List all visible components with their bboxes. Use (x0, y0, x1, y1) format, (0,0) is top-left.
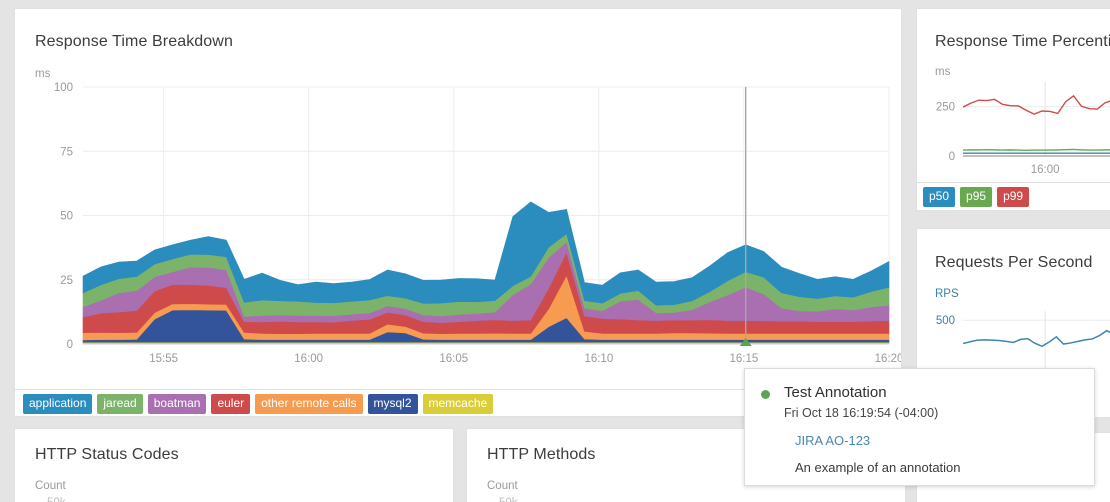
annotation-timestamp: Fri Oct 18 16:19:54 (-04:00) (784, 406, 939, 420)
panel-title-response-time-percentile: Response Time Percentile (935, 33, 1110, 50)
y-tick-50: 50 (60, 211, 73, 223)
legend-item-jaread[interactable]: jaread (97, 394, 143, 414)
percentile-x-tick-16-00: 16:00 (1031, 164, 1060, 176)
legend-item-other-remote-calls[interactable]: other remote calls (255, 394, 363, 414)
annotation-description: An example of an annotation (795, 460, 961, 475)
rps-y-tick-500: 500 (936, 315, 955, 327)
x-tick-15-55: 15:55 (149, 353, 178, 365)
annotation-tooltip: Test Annotation Fri Oct 18 16:19:54 (-04… (744, 368, 1095, 486)
legend-item-application[interactable]: application (23, 394, 93, 414)
x-tick-16-15: 16:15 (730, 353, 759, 365)
annotation-jira-link[interactable]: JIRA AO-123 (795, 433, 1078, 448)
legend-item-memcache[interactable]: memcache (422, 394, 494, 414)
legend-item-p95[interactable]: p95 (960, 187, 993, 207)
y-axis-unit-count-status: Count (35, 480, 66, 492)
panel-response-time-percentile: Response Time Percentile ms 0 250 16:00 (916, 8, 1110, 183)
line-series-p99 (962, 94, 1110, 115)
panel-response-time-breakdown: Response Time Breakdown ms 0 25 50 75 100 15:… (14, 8, 902, 390)
y-axis-tick-partial-status: 50k (47, 497, 66, 502)
y-tick-100: 100 (54, 82, 73, 94)
legend-response-time-breakdown: application jaread boatman euler other remot… (23, 394, 494, 414)
chart-response-time-breakdown: 0 25 50 75 100 15:55 16:00 16:05 16:10 16:15 16:20 (54, 82, 901, 365)
y-tick-75: 75 (60, 146, 73, 158)
line-series-p95 (962, 148, 1110, 151)
legend-item-p99[interactable]: p99 (997, 187, 1030, 207)
panel-title-http-status-codes: HTTP Status Codes (35, 446, 179, 463)
x-tick-16-20: 16:20 (875, 353, 901, 365)
legend-response-time-percentile: p50 p95 p99 (923, 187, 1030, 207)
y-tick-25: 25 (60, 275, 73, 287)
legend-item-mysql2[interactable]: mysql2 (367, 394, 418, 414)
percentile-y-tick-0: 0 (949, 151, 955, 163)
panel-http-status-codes: HTTP Status Codes Count 50k (14, 428, 454, 502)
annotation-header: Test Annotation Fri Oct 18 16:19:54 (-04… (761, 383, 1078, 422)
panel-title-response-time-breakdown: Response Time Breakdown (35, 33, 233, 50)
legend-item-p50[interactable]: p50 (923, 187, 956, 207)
annotation-status-dot (761, 390, 770, 399)
legend-item-euler[interactable]: euler (211, 394, 251, 414)
percentile-y-tick-250: 250 (936, 102, 955, 114)
x-tick-16-05: 16:05 (439, 353, 468, 365)
legend-item-boatman[interactable]: boatman (147, 394, 207, 414)
x-tick-16-00: 16:00 (294, 353, 323, 365)
panel-title-requests-per-second: Requests Per Second (935, 254, 1093, 271)
annotation-title: Test Annotation (784, 384, 887, 401)
dashboard-root: Response Time Breakdown ms 0 25 50 75 100 15:… (0, 0, 1110, 502)
chart-response-time-percentile: 0 250 16:00 (936, 82, 1110, 176)
panel-title-http-methods: HTTP Methods (487, 446, 596, 463)
y-axis-unit-count-methods: Count (487, 480, 518, 492)
legend-panel-response-time-percentile: p50 p95 p99 (916, 183, 1110, 211)
line-series-rps (962, 329, 1110, 348)
x-tick-16-10: 16:10 (584, 353, 613, 365)
y-axis-tick-partial-methods: 50k (499, 497, 518, 502)
y-tick-0: 0 (67, 339, 73, 351)
